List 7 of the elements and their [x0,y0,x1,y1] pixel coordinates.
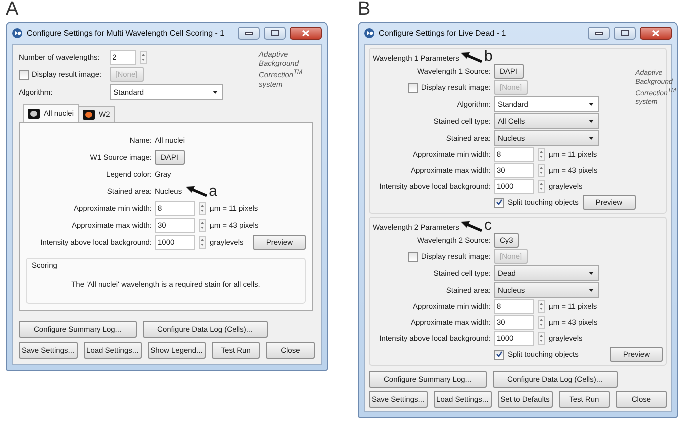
panel-label: A [6,0,19,22]
annotation-letter: c [484,220,492,232]
window-title: Configure Settings for Live Dead - 1 [379,29,508,38]
annotation-letter: b [484,51,493,63]
annotation-letter: a [209,186,218,198]
panel-label: B [358,0,371,22]
window-title: Configure Settings for Multi Wavelength Cell Scoring - 1 [27,29,226,38]
